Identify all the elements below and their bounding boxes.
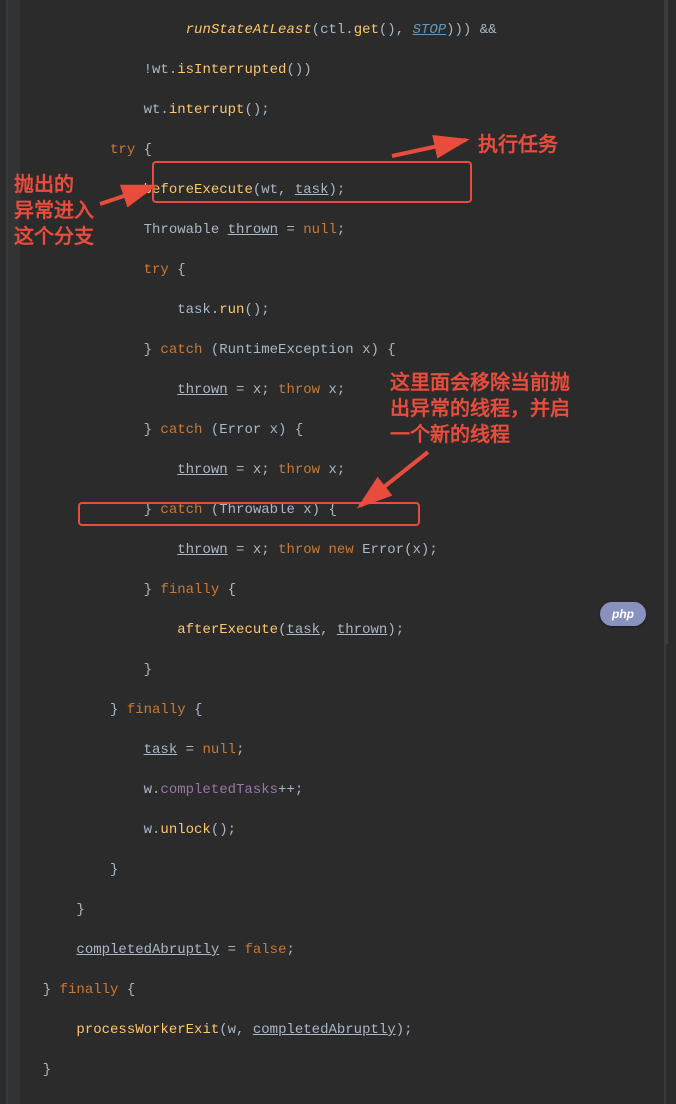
code-line: !wt.isInterrupted()) [26,60,664,80]
code-line: completedAbruptly = false; [26,940,664,960]
code-editor[interactable]: runStateAtLeast(ctl.get(), STOP))) && !w… [6,0,666,1104]
code-line: } [26,900,664,920]
code-line: } finally { [26,580,664,600]
code-line: Throwable thrown = null; [26,220,664,240]
code-line: task.run(); [26,300,664,320]
code-line: wt.interrupt(); [26,100,664,120]
code-line: try { [26,260,664,280]
code-line: afterExecute(task, thrown); [26,620,664,640]
code-line: try { [26,140,664,160]
php-badge: php [600,602,646,626]
code-line: } finally { [26,700,664,720]
code-line: w.unlock(); [26,820,664,840]
code-line: } catch (Throwable x) { [26,500,664,520]
code-line: task = null; [26,740,664,760]
code-line: w.completedTasks++; [26,780,664,800]
code-line: } [26,860,664,880]
code-line: } [26,660,664,680]
code-line: } [26,1060,664,1080]
code-line: processWorkerExit(w, completedAbruptly); [26,1020,664,1040]
code-line: thrown = x; throw x; [26,380,664,400]
code-line: } catch (RuntimeException x) { [26,340,664,360]
code-line: runStateAtLeast(ctl.get(), STOP))) && [26,20,664,40]
code-line: beforeExecute(wt, task); [26,180,664,200]
code-line: thrown = x; throw new Error(x); [26,540,664,560]
code-line: thrown = x; throw x; [26,460,664,480]
code-line: } finally { [26,980,664,1000]
code-line: } catch (Error x) { [26,420,664,440]
